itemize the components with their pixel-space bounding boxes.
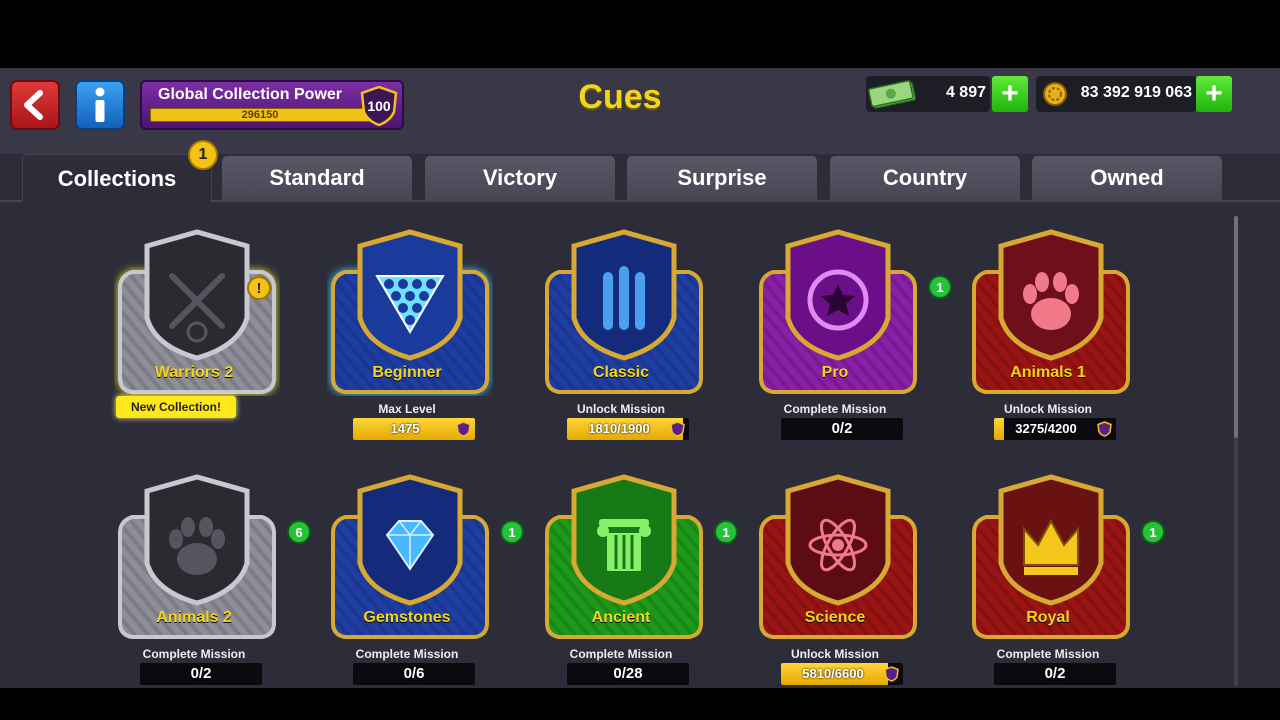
back-arrow-icon — [24, 90, 43, 120]
power-label: Global Collection Power — [158, 86, 343, 103]
tab-surprise[interactable]: Surprise — [627, 156, 817, 200]
collection-status: Complete Mission — [355, 647, 459, 661]
tab-label: Victory — [482, 165, 558, 190]
collection-card[interactable]: Beginner Max Level 1475 — [307, 218, 507, 448]
add-cash-button[interactable]: + — [992, 76, 1028, 112]
collection-card[interactable]: Animals 2 Complete Mission 0/2 6 — [94, 463, 311, 688]
collection-name: Science — [804, 609, 866, 626]
progress-text: 3275/4200 — [1015, 421, 1077, 436]
tab-collections[interactable]: Collections — [22, 154, 212, 202]
power-level: 100 — [367, 98, 391, 114]
tab-notification-badge: 1 — [188, 140, 218, 170]
cash-icon — [868, 80, 917, 109]
cash-value: 4 897 — [945, 84, 986, 101]
collection-status: Unlock Mission — [790, 647, 879, 661]
collection-progress: 1475 — [353, 418, 475, 440]
collection-status: Complete Mission — [783, 402, 887, 416]
tab-standard[interactable]: Standard — [222, 156, 412, 200]
new-collection-tag: New Collection! — [116, 396, 236, 418]
info-icon — [95, 87, 105, 122]
tab-label: Surprise — [677, 165, 767, 190]
collection-card[interactable]: Royal Complete Mission 0/2 1 — [948, 463, 1165, 688]
global-collection-power[interactable]: Global Collection Power 296150 100 — [140, 80, 404, 130]
collection-name: Pro — [821, 364, 849, 381]
collection-name: Gemstones — [363, 609, 451, 626]
coins-display: 83 392 919 063 — [1036, 76, 1196, 112]
collection-progress: 5810/6600 — [781, 663, 903, 685]
collection-status: Unlock Mission — [1003, 402, 1092, 416]
collection-card[interactable]: Gemstones Complete Mission 0/6 1 — [307, 463, 524, 688]
tab-label: Country — [882, 165, 968, 190]
collection-card[interactable]: Animals 1 Unlock Mission 3275/4200 — [948, 218, 1148, 448]
collection-progress: 0/2 — [994, 663, 1116, 685]
cues-screen: Global Collection Power 296150 100 Cues … — [0, 68, 1280, 688]
collection-status: Unlock Mission — [576, 402, 665, 416]
back-button[interactable] — [10, 80, 60, 130]
collection-status: Complete Mission — [569, 647, 673, 661]
tab-label: Standard — [269, 165, 365, 190]
progress-text: 0/28 — [613, 665, 643, 682]
tab-label: Collections — [57, 165, 177, 191]
progress-text: 5810/6600 — [802, 666, 864, 681]
collection-card[interactable]: Ancient Complete Mission 0/28 1 — [521, 463, 738, 688]
collection-name: Classic — [592, 364, 650, 381]
collection-status: Max Level — [378, 402, 436, 416]
collection-card[interactable]: Warriors 2 New Collection!! — [94, 218, 294, 448]
collection-progress: 0/2 — [140, 663, 262, 685]
scrollbar[interactable] — [1234, 216, 1238, 686]
collection-card[interactable]: Classic Unlock Mission 1810/1900 — [521, 218, 721, 448]
collection-power-icon — [884, 666, 899, 682]
collection-status: Complete Mission — [996, 647, 1100, 661]
collection-power-icon — [1097, 421, 1112, 437]
collection-progress: 0/28 — [567, 663, 689, 685]
tab-victory[interactable]: Victory — [425, 156, 615, 200]
power-value: 296150 — [241, 109, 279, 121]
info-button[interactable] — [75, 80, 125, 130]
progress-text: 1475 — [390, 421, 420, 436]
collection-name: Animals 1 — [1010, 364, 1086, 381]
alert-badge: ! — [247, 276, 271, 300]
collection-name: Ancient — [591, 609, 651, 626]
collection-power-icon — [670, 421, 685, 437]
collection-name: Animals 2 — [156, 609, 232, 626]
add-coins-button[interactable]: + — [1196, 76, 1232, 112]
top-bar: Global Collection Power 296150 100 Cues … — [0, 68, 1280, 154]
tab-country[interactable]: Country — [830, 156, 1020, 200]
progress-text: 0/2 — [831, 420, 853, 437]
collection-name: Beginner — [372, 364, 442, 381]
tab-owned[interactable]: Owned — [1032, 156, 1222, 200]
progress-text: 1810/1900 — [588, 421, 650, 436]
power-level-shield-icon: 100 — [360, 86, 398, 126]
collection-progress: 0/2 — [781, 418, 903, 440]
scrollbar-thumb[interactable] — [1234, 216, 1238, 438]
collection-card[interactable]: Science Unlock Mission 5810/6600 — [735, 463, 935, 688]
coins-value: 83 392 919 063 — [1080, 84, 1192, 101]
tab-label: Owned — [1090, 165, 1164, 190]
page-title: Cues — [578, 78, 662, 116]
progress-text: 0/2 — [1044, 665, 1066, 682]
collection-progress: 0/6 — [353, 663, 475, 685]
collection-card[interactable]: Pro Complete Mission 0/2 1 — [735, 218, 952, 448]
progress-text: 0/6 — [403, 665, 425, 682]
collection-progress: 3275/4200 — [994, 418, 1116, 440]
collection-status: Complete Mission — [142, 647, 246, 661]
coin-stack-icon — [1043, 82, 1067, 106]
cash-display: 4 897 — [866, 76, 990, 112]
cue-sticks-icon — [603, 266, 645, 330]
collection-progress: 1810/1900 — [567, 418, 689, 440]
progress-text: 0/2 — [190, 665, 212, 682]
mission-count-badge: 1 — [1141, 520, 1165, 544]
collection-name: Royal — [1026, 609, 1070, 626]
power-bar: 296150 — [150, 108, 370, 122]
collection-name: Warriors 2 — [154, 364, 234, 381]
collection-power-icon — [456, 421, 471, 437]
